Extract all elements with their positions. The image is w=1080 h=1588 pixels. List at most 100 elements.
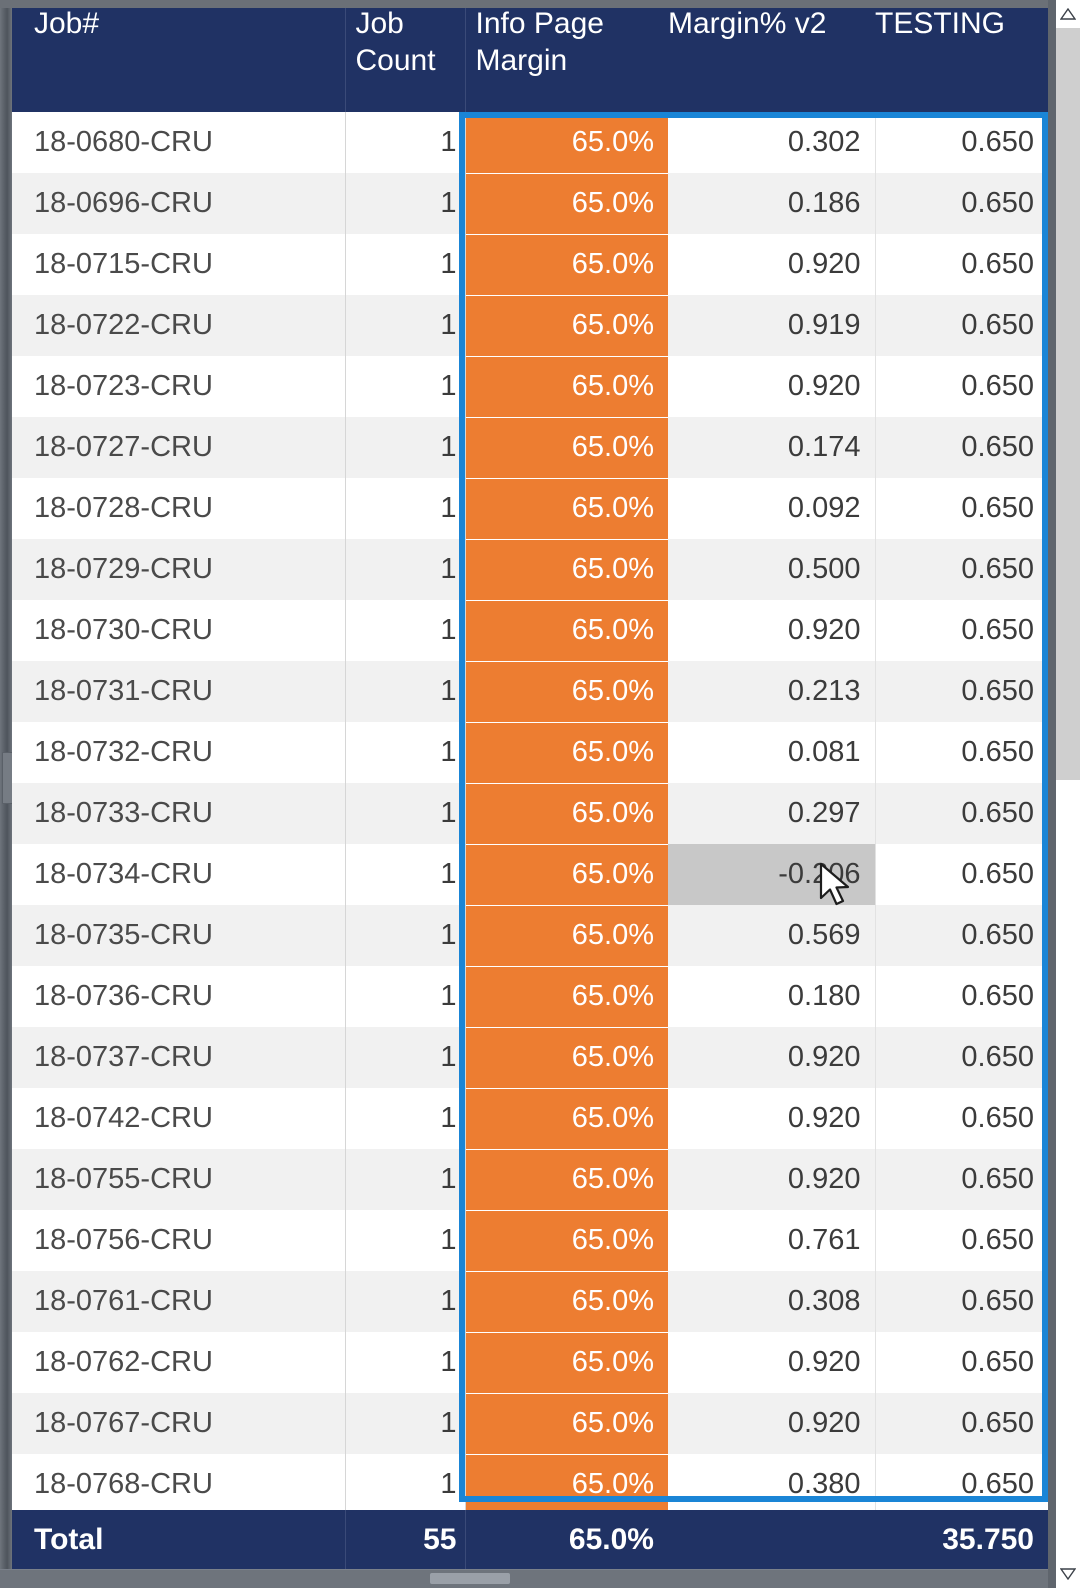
cell-job-count[interactable]: 1 — [345, 1271, 466, 1332]
table-row[interactable]: 18-0735-CRU 1 65.0% 0.569 0.650 — [12, 905, 1048, 967]
cell-margin-pct-v2[interactable]: 0.213 — [668, 661, 876, 722]
left-scroll-rail[interactable] — [0, 0, 13, 1570]
cell-info-page-margin[interactable]: 65.0% — [465, 1027, 668, 1089]
cell-job-count[interactable]: 1 — [345, 1149, 466, 1210]
cell-margin-pct-v2[interactable]: 0.092 — [668, 478, 876, 539]
cell-testing[interactable]: 0.650 — [875, 905, 1048, 966]
table-row[interactable]: 18-0722-CRU 1 65.0% 0.919 0.650 — [12, 295, 1048, 357]
cell-job-number[interactable]: 18-0768-CRU — [12, 1454, 346, 1515]
cell-job-number[interactable]: 18-0761-CRU — [12, 1271, 346, 1332]
cell-info-page-margin[interactable]: 65.0% — [465, 783, 668, 845]
cell-info-page-margin[interactable]: 65.0% — [465, 539, 668, 601]
cell-info-page-margin[interactable]: 65.0% — [465, 1149, 668, 1211]
cell-info-page-margin[interactable]: 65.0% — [465, 905, 668, 967]
table-row[interactable]: 18-0736-CRU 1 65.0% 0.180 0.650 — [12, 966, 1048, 1028]
cell-margin-pct-v2[interactable]: 0.297 — [668, 783, 876, 844]
cell-job-count[interactable]: 1 — [345, 1088, 466, 1149]
cell-testing[interactable]: 0.650 — [875, 356, 1048, 417]
cell-job-count[interactable]: 1 — [345, 1332, 466, 1393]
cell-job-number[interactable]: 18-0734-CRU — [12, 844, 346, 905]
cell-job-count[interactable]: 1 — [345, 783, 466, 844]
cell-margin-pct-v2[interactable]: 0.920 — [668, 600, 876, 661]
cell-testing[interactable]: 0.650 — [875, 1332, 1048, 1393]
cell-info-page-margin[interactable]: 65.0% — [465, 417, 668, 479]
cell-job-number[interactable]: 18-0715-CRU — [12, 234, 346, 295]
table-row[interactable]: 18-0768-CRU 1 65.0% 0.380 0.650 — [12, 1454, 1048, 1516]
cell-job-number[interactable]: 18-0723-CRU — [12, 356, 346, 417]
cell-testing[interactable]: 0.650 — [875, 722, 1048, 783]
horizontal-scrollbar[interactable] — [0, 1569, 1048, 1588]
table-row[interactable]: 18-0730-CRU 1 65.0% 0.920 0.650 — [12, 600, 1048, 662]
cell-job-count[interactable]: 1 — [345, 1454, 466, 1515]
table-row[interactable]: 18-0734-CRU 1 65.0% -0.206 0.650 — [12, 844, 1048, 906]
cell-job-number[interactable]: 18-0727-CRU — [12, 417, 346, 478]
cell-margin-pct-v2[interactable]: -0.206 — [668, 844, 876, 905]
cell-testing[interactable]: 0.650 — [875, 966, 1048, 1027]
cell-job-count[interactable]: 1 — [345, 112, 466, 173]
cell-info-page-margin[interactable]: 65.0% — [465, 966, 668, 1028]
cell-testing[interactable]: 0.650 — [875, 173, 1048, 234]
cell-job-number[interactable]: 18-0732-CRU — [12, 722, 346, 783]
cell-job-number[interactable]: 18-0737-CRU — [12, 1027, 346, 1088]
cell-job-number[interactable]: 18-0756-CRU — [12, 1210, 346, 1271]
cell-testing[interactable]: 0.650 — [875, 1027, 1048, 1088]
cell-testing[interactable]: 0.650 — [875, 1271, 1048, 1332]
cell-job-count[interactable]: 1 — [345, 539, 466, 600]
cell-testing[interactable]: 0.650 — [875, 1210, 1048, 1271]
cell-info-page-margin[interactable]: 65.0% — [465, 844, 668, 906]
horizontal-scrollbar-thumb[interactable] — [430, 1573, 510, 1584]
cell-info-page-margin[interactable]: 65.0% — [465, 1332, 668, 1394]
cell-job-number[interactable]: 18-0735-CRU — [12, 905, 346, 966]
table-row[interactable]: 18-0696-CRU 1 65.0% 0.186 0.650 — [12, 173, 1048, 235]
table-row[interactable]: 18-0732-CRU 1 65.0% 0.081 0.650 — [12, 722, 1048, 784]
cell-info-page-margin[interactable]: 65.0% — [465, 1271, 668, 1333]
cell-testing[interactable]: 0.650 — [875, 1149, 1048, 1210]
cell-margin-pct-v2[interactable]: 0.180 — [668, 966, 876, 1027]
cell-margin-pct-v2[interactable]: 0.186 — [668, 173, 876, 234]
scroll-up-arrow-icon[interactable] — [1056, 0, 1080, 28]
cell-job-count[interactable]: 1 — [345, 905, 466, 966]
table-row[interactable]: 18-0733-CRU 1 65.0% 0.297 0.650 — [12, 783, 1048, 845]
table-row[interactable]: 18-0756-CRU 1 65.0% 0.761 0.650 — [12, 1210, 1048, 1272]
cell-job-number[interactable]: 18-0767-CRU — [12, 1393, 346, 1454]
table-row[interactable]: 18-0715-CRU 1 65.0% 0.920 0.650 — [12, 234, 1048, 296]
cell-info-page-margin[interactable]: 65.0% — [465, 295, 668, 357]
table-row[interactable]: 18-0737-CRU 1 65.0% 0.920 0.650 — [12, 1027, 1048, 1089]
cell-margin-pct-v2[interactable]: 0.920 — [668, 1088, 876, 1149]
cell-job-number[interactable]: 18-0731-CRU — [12, 661, 346, 722]
cell-job-count[interactable]: 1 — [345, 1210, 466, 1271]
cell-testing[interactable]: 0.650 — [875, 1393, 1048, 1454]
cell-info-page-margin[interactable]: 65.0% — [465, 661, 668, 723]
cell-job-number[interactable]: 18-0722-CRU — [12, 295, 346, 356]
table-row[interactable]: 18-0761-CRU 1 65.0% 0.308 0.650 — [12, 1271, 1048, 1333]
cell-margin-pct-v2[interactable]: 0.920 — [668, 1149, 876, 1210]
cell-job-count[interactable]: 1 — [345, 234, 466, 295]
cell-margin-pct-v2[interactable]: 0.500 — [668, 539, 876, 600]
cell-job-count[interactable]: 1 — [345, 661, 466, 722]
cell-info-page-margin[interactable]: 65.0% — [465, 1454, 668, 1516]
cell-margin-pct-v2[interactable]: 0.920 — [668, 1332, 876, 1393]
cell-job-count[interactable]: 1 — [345, 844, 466, 905]
cell-job-count[interactable]: 1 — [345, 600, 466, 661]
cell-job-number[interactable]: 18-0696-CRU — [12, 173, 346, 234]
cell-margin-pct-v2[interactable]: 0.308 — [668, 1271, 876, 1332]
cell-testing[interactable]: 0.650 — [875, 600, 1048, 661]
cell-info-page-margin[interactable]: 65.0% — [465, 173, 668, 235]
table-row[interactable]: 18-0767-CRU 1 65.0% 0.920 0.650 — [12, 1393, 1048, 1455]
cell-job-number[interactable]: 18-0762-CRU — [12, 1332, 346, 1393]
vertical-scrollbar[interactable] — [1048, 0, 1080, 1588]
cell-margin-pct-v2[interactable]: 0.920 — [668, 1393, 876, 1454]
table-row[interactable]: 18-0728-CRU 1 65.0% 0.092 0.650 — [12, 478, 1048, 540]
table-row[interactable]: 18-0731-CRU 1 65.0% 0.213 0.650 — [12, 661, 1048, 723]
column-header-info-page-margin[interactable]: Info Page Margin — [465, 0, 668, 112]
table-row[interactable]: 18-0755-CRU 1 65.0% 0.920 0.650 — [12, 1149, 1048, 1211]
cell-testing[interactable]: 0.650 — [875, 112, 1048, 173]
cell-margin-pct-v2[interactable]: 0.919 — [668, 295, 876, 356]
cell-job-number[interactable]: 18-0742-CRU — [12, 1088, 346, 1149]
column-header-job[interactable]: Job# — [12, 0, 346, 112]
cell-info-page-margin[interactable]: 65.0% — [465, 478, 668, 540]
cell-job-count[interactable]: 1 — [345, 1393, 466, 1454]
cell-info-page-margin[interactable]: 65.0% — [465, 234, 668, 296]
table-row[interactable]: 18-0680-CRU 1 65.0% 0.302 0.650 — [12, 112, 1048, 174]
cell-testing[interactable]: 0.650 — [875, 417, 1048, 478]
